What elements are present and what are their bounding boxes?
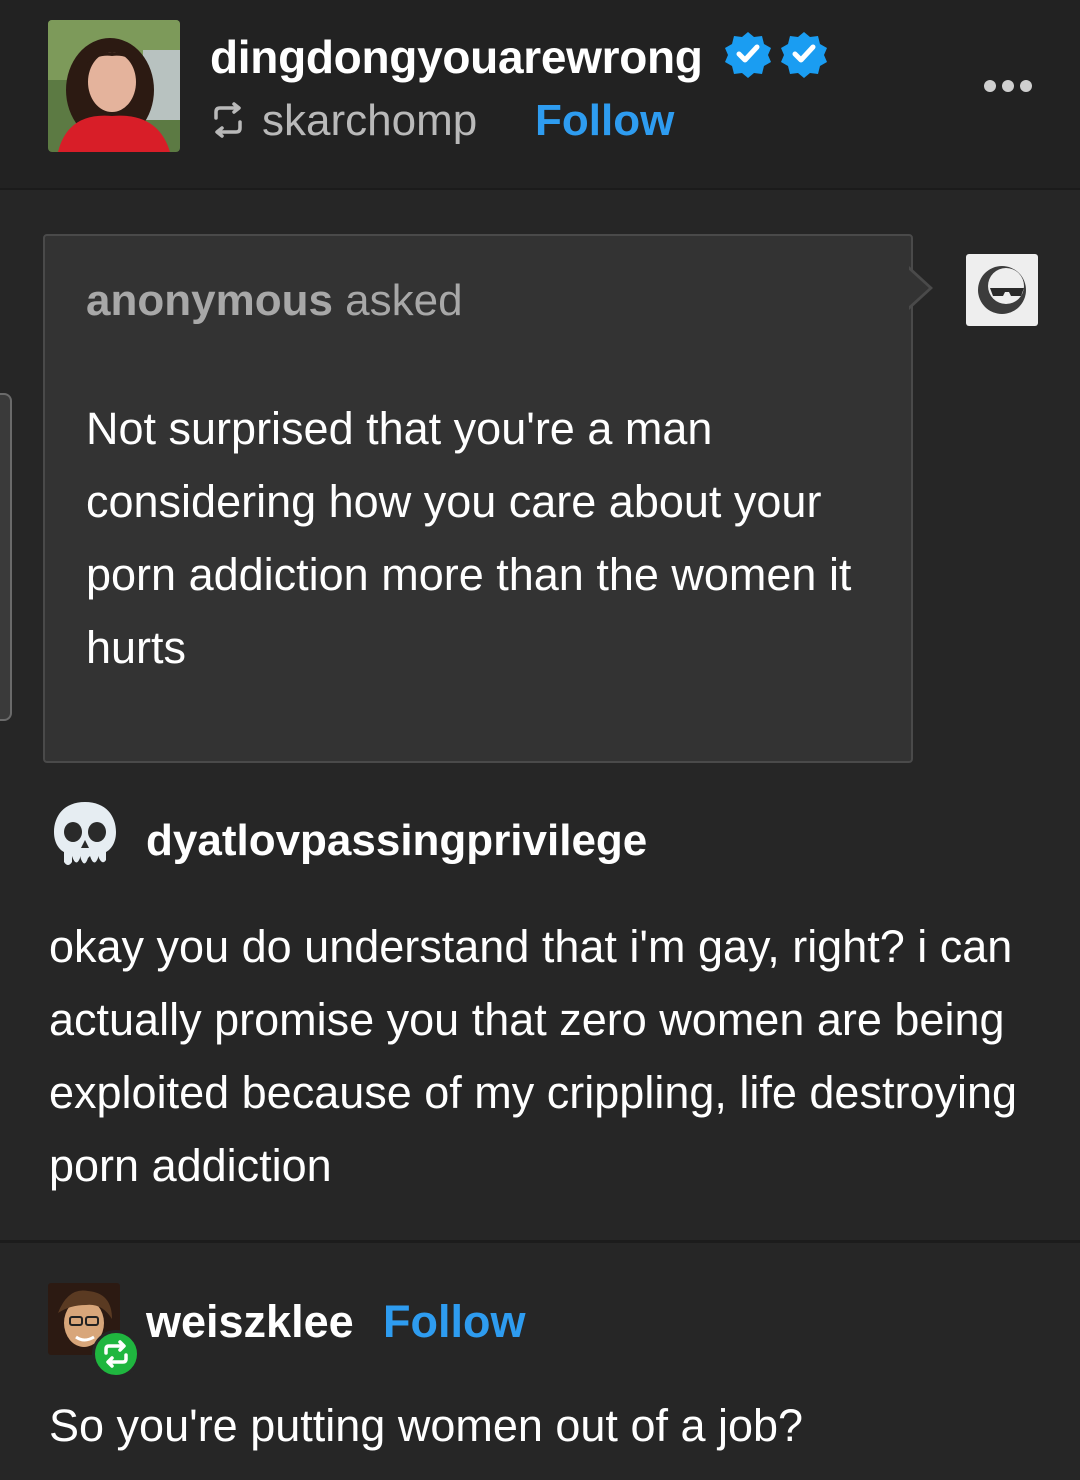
author-username[interactable]: dingdongyouarewrong [210,30,703,84]
verified-icon [725,32,771,78]
ask-question: Not surprised that you're a man consider… [86,403,852,673]
reblogged-from-username[interactable]: skarchomp [262,96,477,146]
answer-text: okay you do understand that i'm gay, rig… [49,921,1018,1191]
post-header: dingdongyouarewrong skarchomp Follow [0,0,1080,190]
author-avatar[interactable] [48,20,180,152]
asker-name: anonymous [86,276,333,325]
skull-avatar-icon[interactable] [50,798,120,879]
side-scroll-tab[interactable] [0,393,12,721]
reblog-badge-icon [92,1330,140,1378]
verified-badges [724,30,830,83]
asked-label: asked [345,276,463,325]
follow-button[interactable]: Follow [535,96,674,146]
answer-author-username[interactable]: dyatlovpassingprivilege [146,816,647,866]
more-options-icon[interactable] [982,76,1034,96]
reply-author-username[interactable]: weiszklee [146,1296,354,1348]
reblog-icon [210,102,246,143]
divider [0,1240,1080,1243]
anonymous-avatar-icon [966,254,1038,326]
verified-icon [781,32,827,78]
reply-follow-button[interactable]: Follow [383,1296,525,1348]
reply-text: So you're putting women out of a job? [49,1400,804,1451]
asker-line: anonymous asked [86,276,463,326]
